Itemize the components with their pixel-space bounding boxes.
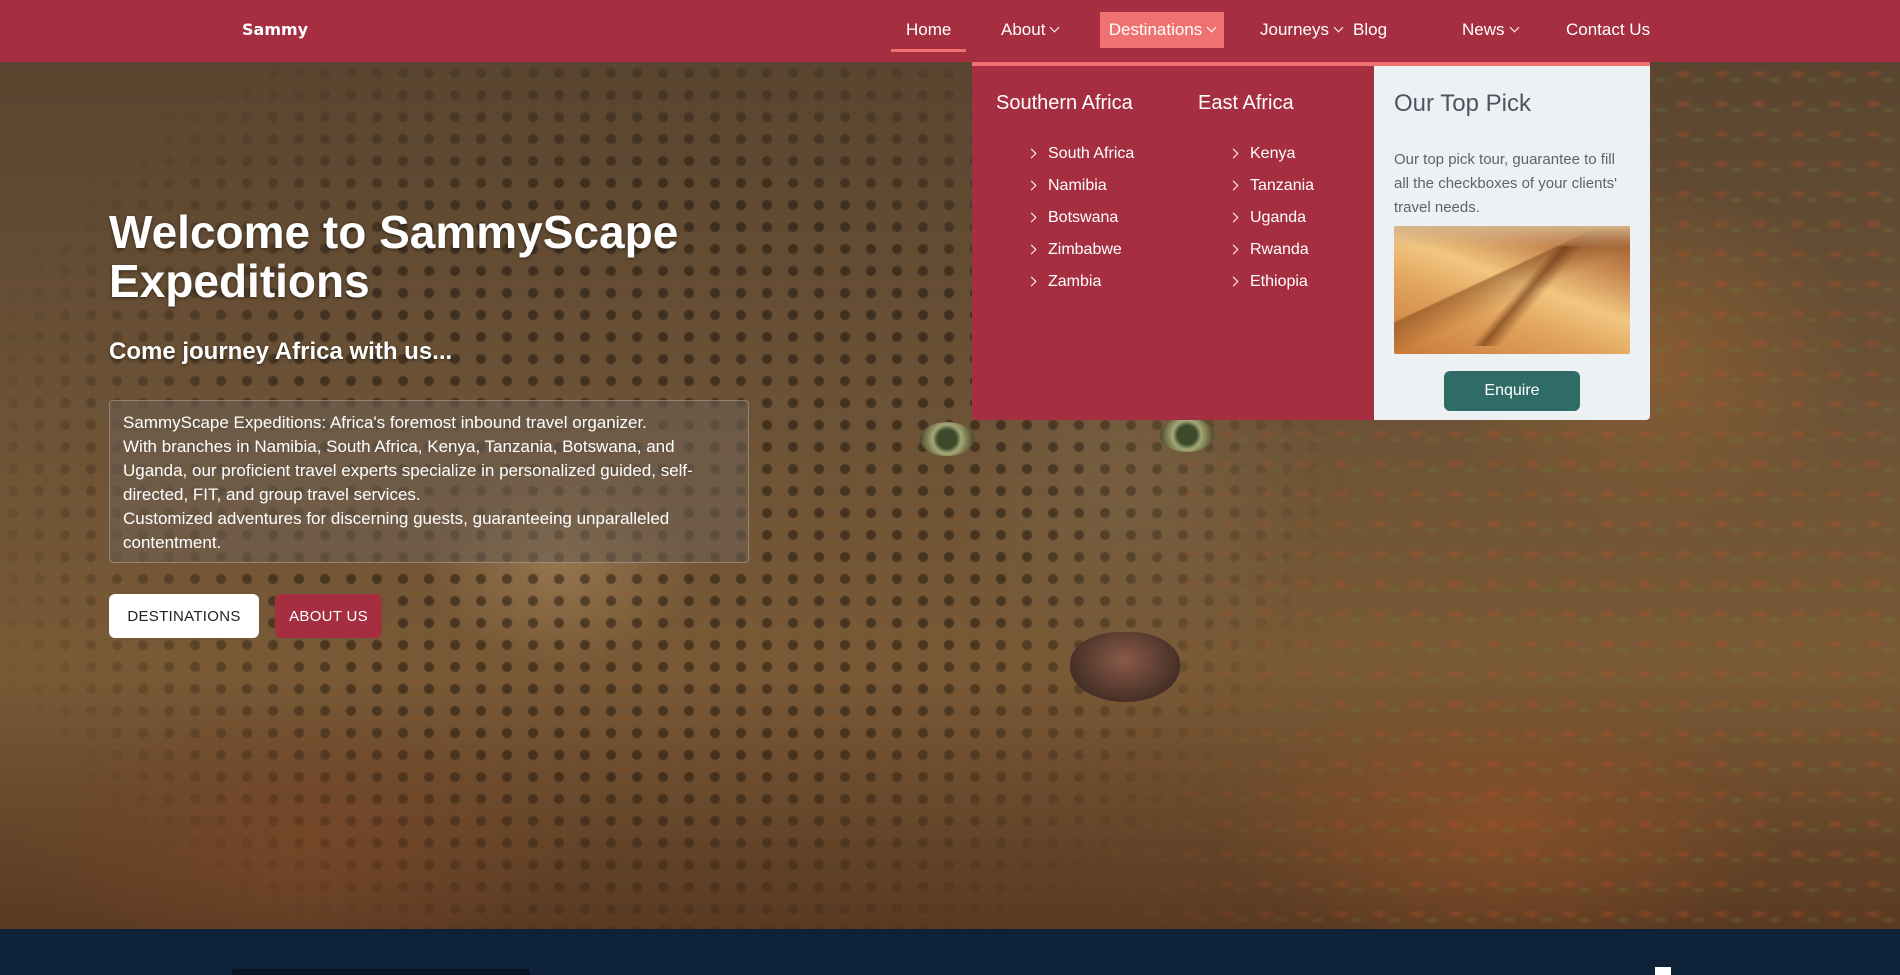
hero-description-line-2: With branches in Namibia, South Africa, … bbox=[123, 437, 693, 504]
image-dune-ridge bbox=[1454, 246, 1594, 346]
top-pick-text: Our top pick tour, guarantee to fill all… bbox=[1394, 151, 1617, 216]
menu-heading-southern-africa[interactable]: Southern Africa bbox=[996, 92, 1133, 115]
nav-home-label: Home bbox=[906, 20, 952, 39]
top-navbar: Sammy Home About Destinations Journeys B… bbox=[0, 0, 1900, 62]
leopard-eye-right bbox=[1160, 418, 1214, 452]
southern-africa-list: South Africa Namibia Botswana Zimbabwe Z… bbox=[1026, 141, 1135, 301]
nav-about[interactable]: About bbox=[993, 12, 1066, 48]
chevron-down-icon bbox=[1049, 22, 1060, 33]
chevron-right-icon bbox=[1026, 180, 1037, 191]
nav-contact-us[interactable]: Contact Us bbox=[1558, 12, 1658, 48]
menu-item-uganda[interactable]: Uganda bbox=[1228, 205, 1314, 237]
menu-item-kenya[interactable]: Kenya bbox=[1228, 141, 1314, 173]
menu-item-namibia[interactable]: Namibia bbox=[1026, 173, 1134, 205]
chevron-down-icon bbox=[1333, 22, 1344, 33]
leopard-eye-left bbox=[920, 422, 974, 456]
brand-logo[interactable]: Sammy bbox=[242, 20, 308, 39]
menu-item-label: Ethiopia bbox=[1250, 273, 1308, 290]
menu-item-rwanda[interactable]: Rwanda bbox=[1228, 237, 1314, 269]
nav-about-label: About bbox=[1001, 20, 1046, 39]
menu-item-label: Namibia bbox=[1048, 177, 1107, 194]
top-pick-heading: Our Top Pick bbox=[1394, 90, 1531, 117]
nav-news-label: News bbox=[1462, 20, 1505, 39]
chevron-right-icon bbox=[1026, 148, 1037, 159]
footer-strip bbox=[0, 929, 1900, 975]
menu-item-tanzania[interactable]: Tanzania bbox=[1228, 173, 1315, 205]
menu-item-label: Kenya bbox=[1250, 145, 1296, 162]
hero-description-box: SammyScape Expeditions: Africa's foremos… bbox=[109, 400, 749, 563]
menu-heading-east-africa[interactable]: East Africa bbox=[1198, 92, 1294, 115]
chevron-down-icon bbox=[1509, 22, 1519, 33]
chevron-right-icon bbox=[1026, 244, 1037, 255]
nav-journeys[interactable]: Journeys bbox=[1252, 12, 1350, 48]
chevron-down-icon bbox=[1206, 22, 1217, 33]
chevron-right-icon bbox=[1228, 244, 1239, 255]
menu-item-label: Botswana bbox=[1048, 209, 1119, 226]
hero-description-line-1: SammyScape Expeditions: Africa's foremos… bbox=[123, 413, 647, 432]
chevron-right-icon bbox=[1026, 276, 1037, 287]
menu-item-label: Zimbabwe bbox=[1048, 241, 1122, 258]
destinations-button[interactable]: DESTINATIONS bbox=[109, 594, 259, 638]
menu-item-zambia[interactable]: Zambia bbox=[1026, 269, 1134, 301]
chevron-right-icon bbox=[1228, 276, 1239, 287]
nav-blog-label: Blog bbox=[1353, 20, 1388, 39]
chevron-right-icon bbox=[1228, 148, 1239, 159]
footer-tab bbox=[232, 969, 530, 975]
about-us-button[interactable]: ABOUT US bbox=[275, 594, 382, 638]
menu-item-label: Zambia bbox=[1048, 273, 1102, 290]
image-sky bbox=[1394, 226, 1630, 248]
leopard-nose bbox=[1070, 632, 1180, 702]
east-africa-list: Kenya Tanzania Uganda Rwanda Ethiopia bbox=[1228, 141, 1315, 301]
menu-item-label: South Africa bbox=[1048, 145, 1135, 162]
nav-home[interactable]: Home bbox=[890, 12, 967, 52]
nav-blog[interactable]: Blog bbox=[1345, 12, 1395, 48]
top-pick-panel: Our Top Pick Our top pick tour, guarante… bbox=[1374, 66, 1650, 420]
nav-destinations[interactable]: Destinations bbox=[1100, 12, 1224, 48]
nav-news[interactable]: News bbox=[1454, 12, 1526, 48]
menu-item-ethiopia[interactable]: Ethiopia bbox=[1228, 269, 1314, 301]
menu-item-botswana[interactable]: Botswana bbox=[1026, 205, 1134, 237]
hero-title: Welcome to SammyScape Expeditions bbox=[109, 206, 679, 307]
menu-item-label: Uganda bbox=[1250, 209, 1307, 226]
footer-marker bbox=[1655, 967, 1671, 975]
hero-description-line-3: Customized adventures for discerning gue… bbox=[123, 509, 670, 552]
chevron-right-icon bbox=[1026, 212, 1037, 223]
destinations-mega-menu: Southern Africa South Africa Namibia Bot… bbox=[972, 62, 1650, 420]
nav-journeys-label: Journeys bbox=[1260, 20, 1329, 39]
nav-contact-label: Contact Us bbox=[1566, 20, 1651, 39]
enquire-button[interactable]: Enquire bbox=[1444, 371, 1580, 411]
menu-item-label: Tanzania bbox=[1250, 177, 1315, 194]
desert-dunes-image[interactable] bbox=[1394, 226, 1630, 354]
chevron-right-icon bbox=[1228, 180, 1239, 191]
hero-subtitle: Come journey Africa with us... bbox=[109, 338, 453, 365]
nav-destinations-label: Destinations bbox=[1108, 20, 1203, 39]
menu-item-south-africa[interactable]: South Africa bbox=[1026, 141, 1135, 173]
chevron-right-icon bbox=[1228, 212, 1239, 223]
menu-item-zimbabwe[interactable]: Zimbabwe bbox=[1026, 237, 1134, 269]
menu-item-label: Rwanda bbox=[1250, 241, 1309, 258]
